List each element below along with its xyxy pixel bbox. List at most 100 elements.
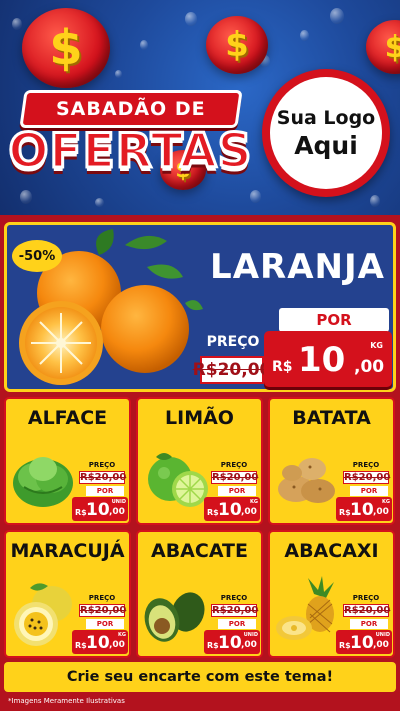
price-integer: 10	[86, 500, 110, 520]
lime-icon	[148, 453, 208, 507]
water-drop	[330, 8, 344, 24]
currency: R$	[207, 508, 219, 517]
water-drop	[250, 190, 261, 203]
old-price: R$20,00	[79, 604, 127, 617]
featured-preco-label: PREÇO	[206, 334, 260, 350]
water-drop	[12, 18, 22, 30]
product-name: MARACUJÁ	[10, 540, 125, 562]
por-label: POR	[350, 486, 388, 496]
price-decimal: ,00	[354, 357, 385, 377]
dollar-coin-icon: $	[366, 20, 400, 74]
old-price: R$20,00	[211, 471, 259, 484]
price-integer: 10	[218, 500, 242, 520]
product-name: ABACATE	[150, 540, 248, 562]
product-card-batata: BATATA PREÇO R$20,00 POR R$ 10 ,00 KG	[268, 397, 395, 525]
product-card-abacaxi: ABACAXI PREÇO R$20,00 POR R$ 10 ,00 UNID	[268, 530, 395, 658]
old-price: R$20,00	[211, 604, 259, 617]
price-integer: 10	[298, 340, 346, 380]
featured-old-price: R$20,00	[193, 356, 271, 384]
product-name: BATATA	[292, 407, 371, 429]
price-tag: R$ 10 ,00 UNID	[72, 497, 128, 521]
potato-icon	[278, 458, 335, 503]
currency: R$	[75, 641, 87, 650]
price-unit: KG	[118, 632, 126, 638]
featured-por-label: POR	[279, 308, 389, 332]
water-drop	[370, 195, 380, 207]
preco-label: PREÇO	[220, 461, 248, 469]
preco-label: PREÇO	[220, 594, 248, 602]
price-unit: UNID	[111, 499, 126, 505]
price-tag: R$ 10 ,00 UNID	[336, 630, 392, 654]
title-top-text: SABADÃO DE	[56, 98, 206, 120]
water-drop	[20, 190, 32, 204]
price-integer: 10	[218, 633, 242, 653]
title-main: OFERTAS	[7, 122, 253, 180]
price-unit: KG	[382, 499, 390, 505]
price-integer: 10	[86, 633, 110, 653]
title-main-text: OFERTAS	[7, 122, 253, 180]
price-unit: UNID	[243, 632, 258, 638]
currency: R$	[75, 508, 87, 517]
currency: R$	[339, 508, 351, 517]
price-tag: R$ 10 ,00 KG	[204, 497, 260, 521]
price-tag: R$ 10 ,00 KG	[72, 630, 128, 654]
currency: R$	[207, 641, 219, 650]
pineapple-icon	[276, 576, 334, 640]
dollar-coin-icon: $	[206, 16, 268, 74]
logo-inner: Sua Logo Aqui	[270, 77, 382, 189]
price-decimal: ,00	[373, 507, 389, 517]
product-card-maracuja: MARACUJÁ PREÇO R$20,00 POR R$ 10 ,00 KG	[4, 530, 131, 658]
product-name: LIMÃO	[165, 407, 234, 429]
logo-line1: Sua Logo	[276, 106, 376, 129]
currency: R$	[339, 641, 351, 650]
por-label: POR	[86, 619, 124, 629]
price-decimal: ,00	[241, 640, 257, 650]
featured-product-name: LARANJA	[210, 247, 385, 287]
lettuce-icon	[13, 457, 73, 507]
old-price: R$20,00	[343, 604, 391, 617]
logo-placeholder: Sua Logo Aqui	[262, 69, 390, 197]
price-unit: UNID	[375, 632, 390, 638]
currency: R$	[272, 359, 293, 375]
price-tag: R$ 10 ,00 UNID	[204, 630, 260, 654]
preco-label: PREÇO	[352, 461, 380, 469]
product-card-alface: ALFACE PREÇO R$20,00 POR R$ 10 ,00 UNID	[4, 397, 131, 525]
price-unit: KG	[250, 499, 258, 505]
dollar-coin-icon: $	[22, 8, 110, 88]
por-label: POR	[218, 486, 256, 496]
old-price: R$20,00	[343, 471, 391, 484]
product-name: ABACAXI	[284, 540, 379, 562]
price-decimal: ,00	[241, 507, 257, 517]
passion-fruit-icon	[14, 583, 72, 646]
call-to-action-banner[interactable]: Crie seu encarte com este tema!	[4, 662, 396, 692]
disclaimer-footnote: *Imagens Meramente Ilustrativas	[8, 697, 125, 705]
price-tag: R$ 10 ,00 KG	[336, 497, 392, 521]
product-card-limao: LIMÃO PREÇO R$20,00 POR R$ 10 ,00 KG	[136, 397, 263, 525]
price-integer: 10	[350, 500, 374, 520]
water-drop	[300, 30, 309, 41]
por-label: POR	[218, 619, 256, 629]
preco-label: PREÇO	[352, 594, 380, 602]
water-drop	[185, 12, 197, 26]
water-drop	[140, 40, 148, 50]
product-card-abacate: ABACATE PREÇO R$20,00 POR R$ 10 ,00 UNID	[136, 530, 263, 658]
por-label: POR	[86, 486, 124, 496]
price-unit: KG	[370, 341, 383, 350]
featured-price-tag: R$ 10 ,00 KG	[264, 331, 392, 387]
old-price: R$20,00	[79, 471, 127, 484]
logo-line2: Aqui	[294, 130, 358, 160]
header-banner: $ $ $ $ SABADÃO DE OFERTAS Sua Logo Aqui	[0, 0, 400, 215]
product-name: ALFACE	[27, 407, 108, 429]
water-drop	[115, 70, 122, 78]
water-drop	[95, 198, 104, 207]
price-decimal: ,00	[109, 507, 125, 517]
por-label: POR	[350, 619, 388, 629]
price-decimal: ,00	[109, 640, 125, 650]
preco-label: PREÇO	[88, 461, 116, 469]
price-integer: 10	[350, 633, 374, 653]
price-decimal: ,00	[373, 640, 389, 650]
avocado-icon	[144, 592, 205, 642]
promo-title: SABADÃO DE OFERTAS	[7, 82, 253, 182]
preco-label: PREÇO	[88, 594, 116, 602]
discount-badge: -50%	[12, 240, 62, 272]
